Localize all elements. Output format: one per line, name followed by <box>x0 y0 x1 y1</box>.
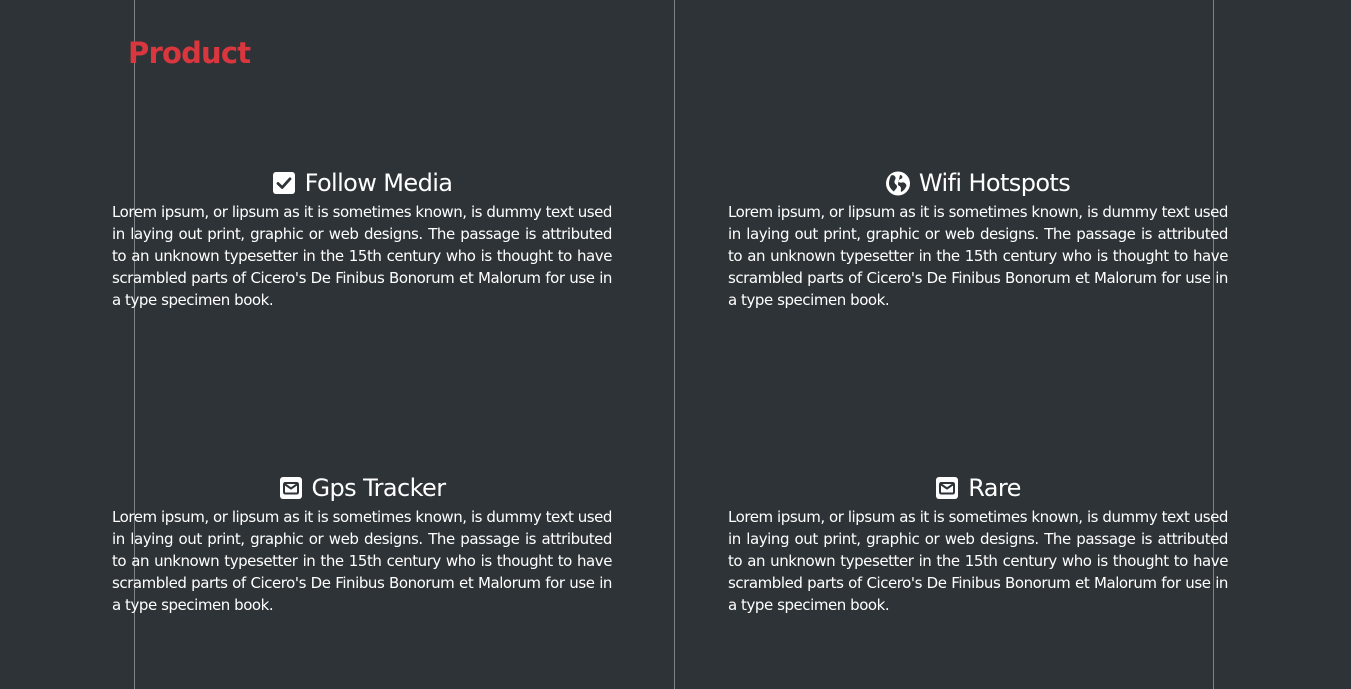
feature-rare: Rare Lorem ipsum, or lipsum as it is som… <box>728 470 1228 616</box>
feature-description: Lorem ipsum, or lipsum as it is sometime… <box>728 508 1228 614</box>
globe-icon <box>885 171 910 195</box>
product-page: Product Follow Media Lorem ipsum, or lip… <box>0 0 1351 689</box>
feature-title: Gps Tracker <box>311 474 447 502</box>
feature-gps-tracker: Gps Tracker Lorem ipsum, or lipsum as it… <box>112 470 612 616</box>
feature-heading: Rare <box>728 470 1228 506</box>
check-square-icon <box>272 171 296 195</box>
feature-heading: Follow Media <box>112 165 612 201</box>
section-title: Product <box>128 36 251 70</box>
feature-description: Lorem ipsum, or lipsum as it is sometime… <box>112 508 612 614</box>
feature-title: Rare <box>968 474 1021 502</box>
feature-description: Lorem ipsum, or lipsum as it is sometime… <box>728 203 1228 309</box>
feature-title: Wifi Hotspots <box>918 169 1071 197</box>
feature-description: Lorem ipsum, or lipsum as it is sometime… <box>112 203 612 309</box>
feature-title: Follow Media <box>304 169 453 197</box>
column-divider <box>674 0 675 689</box>
envelope-square-icon <box>279 476 303 500</box>
feature-heading: Wifi Hotspots <box>728 165 1228 201</box>
feature-heading: Gps Tracker <box>112 470 612 506</box>
feature-wifi-hotspots: Wifi Hotspots Lorem ipsum, or lipsum as … <box>728 165 1228 311</box>
envelope-square-icon <box>935 476 959 500</box>
feature-follow-media: Follow Media Lorem ipsum, or lipsum as i… <box>112 165 612 311</box>
